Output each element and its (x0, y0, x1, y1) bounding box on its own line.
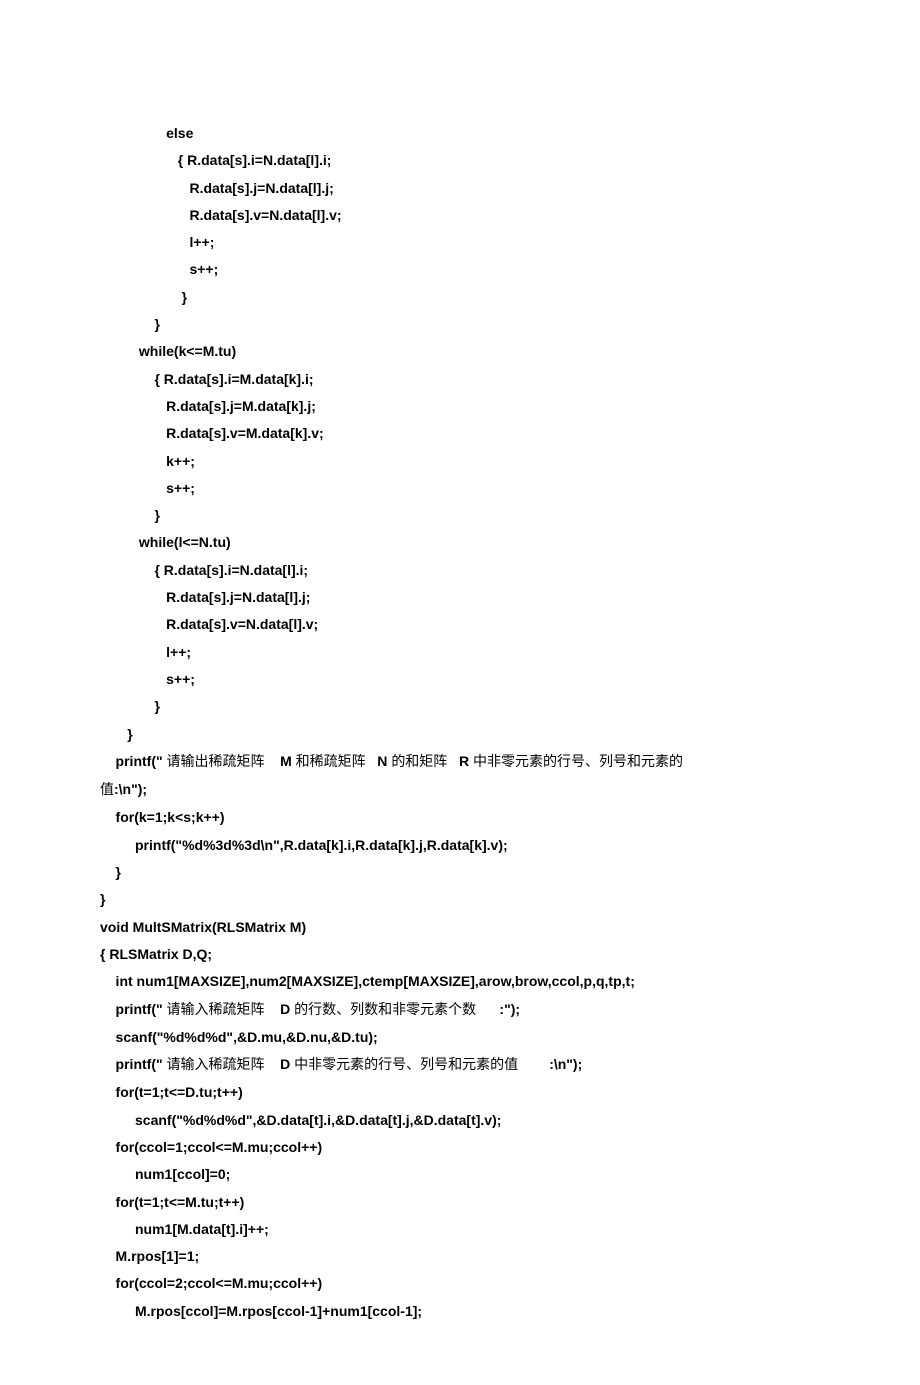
code-line: while(k<=M.tu) (100, 343, 236, 359)
code-line: { RLSMatrix D,Q; (100, 946, 212, 962)
code-line: s++; (100, 671, 195, 687)
code-text: :\n"); (518, 1056, 582, 1072)
code-line: } (100, 726, 133, 742)
code-line: scanf("%d%d%d",&D.data[t].i,&D.data[t].j… (100, 1112, 501, 1128)
code-line: } (100, 507, 160, 523)
code-text: 和稀疏矩阵 (296, 755, 366, 770)
code-line: for(ccol=1;ccol<=M.mu;ccol++) (100, 1139, 322, 1155)
code-text: :"); (476, 1001, 520, 1017)
code-line: R.data[s].j=N.data[l].j; (100, 589, 310, 605)
code-text: 请输出稀疏矩阵 (167, 755, 265, 770)
code-text: 的行数、列数和非零元素个数 (294, 1003, 476, 1018)
code-line: } (100, 289, 187, 305)
code-text: D (265, 1056, 295, 1072)
code-text: R (447, 753, 473, 769)
code-line: { R.data[s].i=M.data[k].i; (100, 371, 314, 387)
code-line: R.data[s].v=M.data[k].v; (100, 425, 324, 441)
code-line: printf(" (100, 1056, 167, 1072)
code-line: else (100, 125, 193, 141)
code-line: k++; (100, 453, 195, 469)
code-line: } (100, 698, 160, 714)
code-line: R.data[s].j=N.data[l].j; (100, 180, 334, 196)
code-line: } (100, 864, 121, 880)
code-line: s++; (100, 261, 218, 277)
code-line: l++; (100, 234, 214, 250)
code-line: while(l<=N.tu) (100, 534, 231, 550)
code-line: printf(" (100, 753, 167, 769)
code-line: void MultSMatrix(RLSMatrix M) (100, 919, 306, 935)
code-line: for(t=1;t<=M.tu;t++) (100, 1194, 244, 1210)
code-line: R.data[s].j=M.data[k].j; (100, 398, 316, 414)
code-line: R.data[s].v=N.data[l].v; (100, 616, 318, 632)
code-text: 请输入稀疏矩阵 (167, 1003, 265, 1018)
code-text: 中非零元素的行号、列号和元素的 (473, 755, 683, 770)
code-line: { R.data[s].i=N.data[l].i; (100, 152, 331, 168)
code-line: R.data[s].v=N.data[l].v; (100, 207, 342, 223)
code-line: s++; (100, 480, 195, 496)
code-line: } (100, 891, 105, 907)
code-line: for(t=1;t<=D.tu;t++) (100, 1084, 243, 1100)
code-text: N (366, 753, 392, 769)
code-text: M (265, 753, 296, 769)
code-line: { R.data[s].i=N.data[l].i; (100, 562, 308, 578)
code-line: printf(" (100, 1001, 167, 1017)
code-line: scanf("%d%d%d",&D.mu,&D.nu,&D.tu); (100, 1029, 378, 1045)
code-line: M.rpos[ccol]=M.rpos[ccol-1]+num1[ccol-1]… (100, 1303, 422, 1319)
code-line: num1[ccol]=0; (100, 1166, 230, 1182)
code-line: printf("%d%3d%3d\n",R.data[k].i,R.data[k… (100, 837, 508, 853)
code-text: 中非零元素的行号、列号和元素的值 (294, 1058, 518, 1073)
code-line: num1[M.data[t].i]++; (100, 1221, 269, 1237)
code-line: } (100, 316, 160, 332)
code-line: for(k=1;k<s;k++) (100, 809, 225, 825)
code-text: 请输入稀疏矩阵 (167, 1058, 265, 1073)
code-line: int num1[MAXSIZE],num2[MAXSIZE],ctemp[MA… (100, 973, 635, 989)
code-text: 的和矩阵 (391, 755, 447, 770)
code-text: :\n"); (114, 781, 147, 797)
code-text: 值 (100, 783, 114, 798)
code-line: l++; (100, 644, 191, 660)
code-line: M.rpos[1]=1; (100, 1248, 199, 1264)
code-line: for(ccol=2;ccol<=M.mu;ccol++) (100, 1275, 322, 1291)
code-document: else { R.data[s].i=N.data[l].i; R.data[s… (0, 0, 920, 1385)
code-text: D (265, 1001, 295, 1017)
